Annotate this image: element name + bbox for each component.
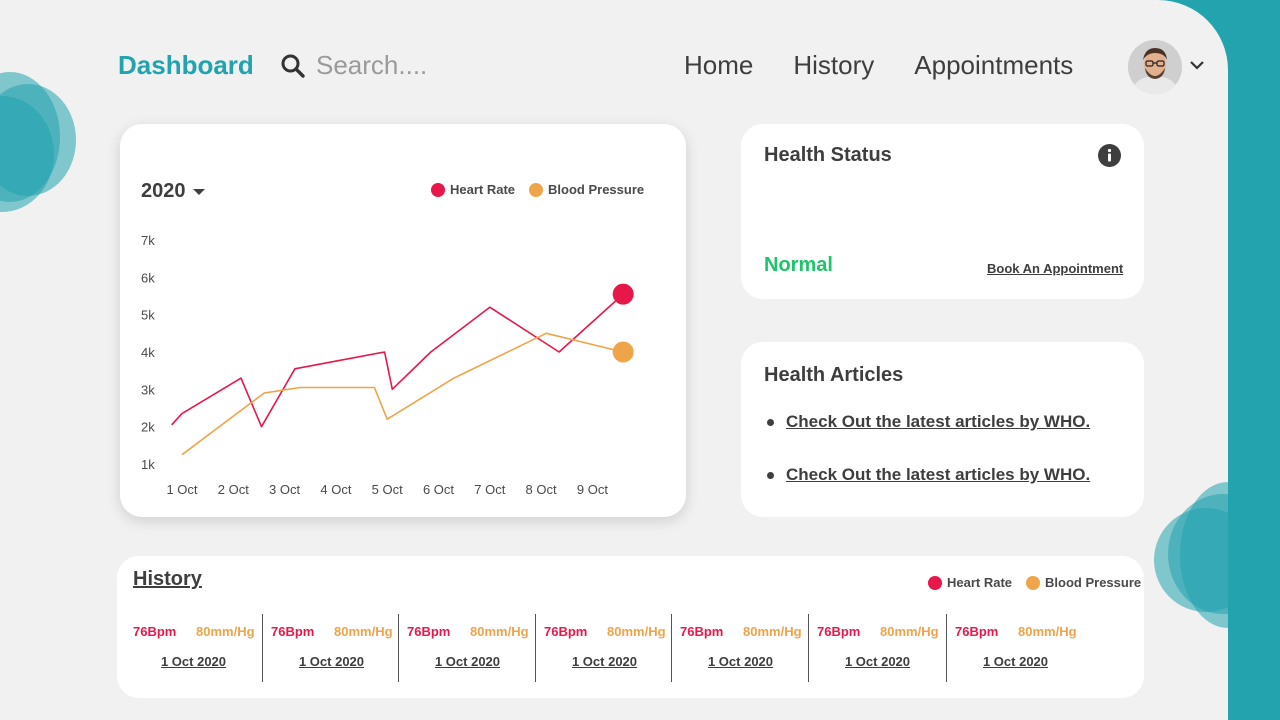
x-tick-label: 8 Oct <box>526 482 557 497</box>
nav-appointments[interactable]: Appointments <box>914 50 1073 81</box>
history-entry[interactable]: 76Bpm 80mm/Hg 1 Oct 2020 <box>262 614 399 682</box>
article-link[interactable]: Check Out the latest articles by WHO. <box>786 465 1090 485</box>
history-date[interactable]: 1 Oct 2020 <box>263 654 400 669</box>
history-date[interactable]: 1 Oct 2020 <box>672 654 809 669</box>
article-link[interactable]: Check Out the latest articles by WHO. <box>786 412 1090 432</box>
blood-pressure-value: 80mm/Hg <box>196 624 255 639</box>
nav-history[interactable]: History <box>793 50 874 81</box>
history-date[interactable]: 1 Oct 2020 <box>947 654 1084 669</box>
blood-pressure-dot <box>1026 575 1041 590</box>
heart-rate-value: 76Bpm <box>544 624 588 639</box>
heart-rate-value: 76Bpm <box>955 624 999 639</box>
health-articles-card: Health Articles Check Out the latest art… <box>741 342 1144 517</box>
health-articles-title: Health Articles <box>764 364 904 386</box>
blood-pressure-value: 80mm/Hg <box>334 624 393 639</box>
x-tick-label: 4 Oct <box>320 482 351 497</box>
heart-rate-endpoint <box>612 283 634 305</box>
blood-pressure-value: 80mm/Hg <box>880 624 939 639</box>
history-date[interactable]: 1 Oct 2020 <box>536 654 673 669</box>
bullet-icon <box>767 471 774 479</box>
history-date[interactable]: 1 Oct 2020 <box>125 654 262 669</box>
history-entry[interactable]: 76Bpm 80mm/Hg 1 Oct 2020 <box>671 614 808 682</box>
heart-rate-value: 76Bpm <box>680 624 724 639</box>
y-tick-label: 6k <box>141 270 155 285</box>
y-tick-label: 4k <box>141 345 155 360</box>
main-nav: Home History Appointments <box>684 50 1113 81</box>
x-tick-label: 6 Oct <box>423 482 454 497</box>
history-entry[interactable]: 76Bpm 80mm/Hg 1 Oct 2020 <box>808 614 945 682</box>
history-card: History Heart Rate Blood Pressure 76Bpm … <box>117 556 1144 698</box>
blood-pressure-value: 80mm/Hg <box>607 624 666 639</box>
x-tick-label: 1 Oct <box>166 482 197 497</box>
search-input[interactable]: Search.... <box>316 50 427 81</box>
history-date[interactable]: 1 Oct 2020 <box>809 654 946 669</box>
app-title[interactable]: Dashboard <box>118 50 254 81</box>
search-icon[interactable] <box>280 53 306 79</box>
bullet-icon <box>767 418 774 426</box>
vitals-chart-card: 2020 Heart Rate Blood Pressure 7k 6k 5k 4k 3… <box>120 124 686 517</box>
info-icon[interactable] <box>1098 144 1121 167</box>
history-legend: Heart Rate Blood Pressure <box>928 575 1141 590</box>
user-photo-icon <box>1128 40 1182 94</box>
heart-rate-value: 76Bpm <box>271 624 315 639</box>
legend-heart-rate: Heart Rate <box>947 575 1013 590</box>
heart-rate-dot <box>928 575 942 590</box>
history-entry[interactable]: 76Bpm 80mm/Hg 1 Oct 2020 <box>125 614 262 682</box>
chevron-down-icon[interactable] <box>1188 58 1206 72</box>
heart-rate-line <box>171 293 624 428</box>
health-status-card: Health Status Normal Book An Appointment <box>741 124 1144 299</box>
nav-home[interactable]: Home <box>684 50 753 81</box>
book-appointment-link[interactable]: Book An Appointment <box>987 261 1123 276</box>
history-title[interactable]: History <box>133 568 202 591</box>
y-tick-label: 1k <box>141 457 155 472</box>
legend-blood-pressure: Blood Pressure <box>1045 575 1142 590</box>
blood-pressure-endpoint <box>612 341 634 363</box>
heart-rate-value: 76Bpm <box>407 624 451 639</box>
app-canvas: Dashboard Search.... Home History Appoin… <box>0 0 1228 720</box>
heart-rate-value: 76Bpm <box>817 624 861 639</box>
health-status-title: Health Status <box>764 144 892 166</box>
y-tick-label: 5k <box>141 308 155 323</box>
history-entry[interactable]: 76Bpm 80mm/Hg 1 Oct 2020 <box>535 614 672 682</box>
x-tick-label: 9 Oct <box>577 482 608 497</box>
x-tick-label: 3 Oct <box>269 482 300 497</box>
history-date[interactable]: 1 Oct 2020 <box>399 654 536 669</box>
vitals-line-chart: 7k 6k 5k 4k 3k 2k 1k 1 Oct 2 Oct 3 Oct 4 Oct 5 Oct 6… <box>141 233 634 497</box>
status-value: Normal <box>764 254 833 276</box>
x-tick-label: 2 Oct <box>218 482 249 497</box>
blood-pressure-value: 80mm/Hg <box>1018 624 1077 639</box>
top-bar: Dashboard Search.... Home History Appoin… <box>118 40 1218 94</box>
history-entry[interactable]: 76Bpm 80mm/Hg 1 Oct 2020 <box>398 614 535 682</box>
search-box[interactable]: Search.... <box>280 50 427 81</box>
y-tick-label: 3k <box>141 382 155 397</box>
y-tick-label: 7k <box>141 233 155 248</box>
blood-pressure-value: 80mm/Hg <box>743 624 802 639</box>
article-item: Check Out the latest articles by WHO. <box>767 412 1090 432</box>
x-tick-label: 5 Oct <box>372 482 403 497</box>
heart-rate-value: 76Bpm <box>133 624 177 639</box>
history-entry[interactable]: 76Bpm 80mm/Hg 1 Oct 2020 <box>946 614 1083 682</box>
avatar[interactable] <box>1128 40 1182 94</box>
y-tick-label: 2k <box>141 420 155 435</box>
x-tick-label: 7 Oct <box>474 482 505 497</box>
blood-pressure-value: 80mm/Hg <box>470 624 529 639</box>
article-item: Check Out the latest articles by WHO. <box>767 465 1090 485</box>
